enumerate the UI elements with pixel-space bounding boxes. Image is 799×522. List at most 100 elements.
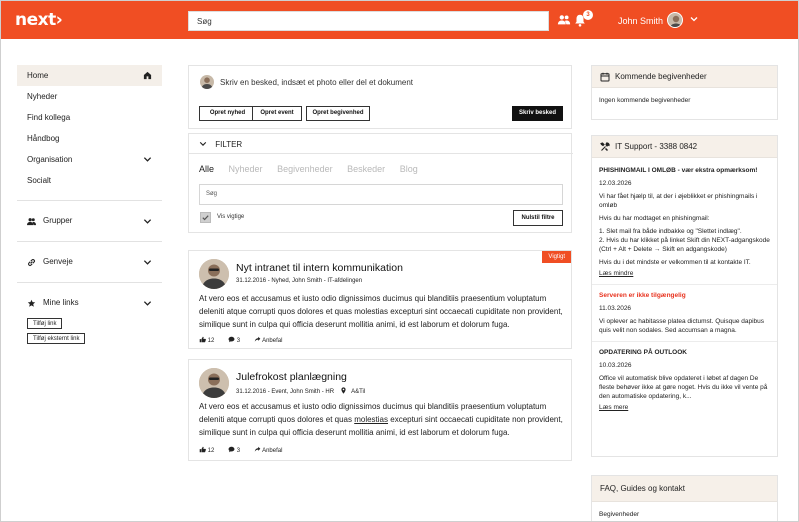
like-button[interactable]: 12 (199, 336, 220, 344)
avatar[interactable] (667, 12, 683, 28)
divider (17, 241, 162, 242)
post-title[interactable]: Julefrokost planlægning (236, 371, 347, 383)
notice-title[interactable]: PHISHINGMAIL I OMLØB - vær ekstra opmærk… (599, 166, 770, 175)
people-icon[interactable] (557, 13, 571, 27)
create-news-button[interactable]: Opret nyhed (199, 106, 256, 121)
share-button[interactable]: Anbefal (254, 336, 289, 344)
notice-title[interactable]: Serveren er ikke tilgængelig (599, 291, 770, 300)
sidebar-item-socialt[interactable]: Socialt (17, 170, 162, 191)
sidebar-item-home[interactable]: Home (17, 65, 162, 86)
logo[interactable]: next› (15, 10, 63, 30)
avatar (200, 75, 214, 89)
post-meta: 31.12.2016 - Nyhed, John Smith - IT-afde… (236, 278, 363, 284)
create-event-button[interactable]: Opret event (252, 106, 302, 121)
notice-date: 12.03.2026 (599, 180, 632, 187)
chevron-down-icon[interactable] (143, 258, 152, 267)
author-avatar (199, 259, 229, 289)
post-body-link[interactable]: molestias (354, 415, 388, 424)
thumbs-up-icon (199, 446, 206, 453)
top-bar: next› Søg 3 John Smith (1, 1, 798, 39)
share-label: Anbefal (262, 448, 283, 454)
important-label: Vis vigtige (217, 214, 245, 220)
filter-search-input[interactable]: Søg (199, 184, 563, 205)
it-support-header: IT Support - 3388 0842 (592, 136, 777, 158)
tab-blog[interactable]: Blog (400, 164, 418, 174)
divider (17, 282, 162, 283)
location-pin-icon (341, 387, 346, 394)
important-checkbox[interactable] (200, 212, 211, 223)
post-title[interactable]: Nyt intranet til intern kommunikation (236, 262, 403, 274)
faq-header: FAQ, Guides og kontakt (592, 476, 777, 502)
post-card: Vigtigt Nyt intranet til intern kommunik… (188, 250, 572, 349)
chevron-down-icon[interactable] (143, 155, 152, 164)
notice-text: Hvis du i det mindste er velkommen til a… (599, 259, 751, 266)
share-label: Anbefal (262, 338, 283, 344)
like-button[interactable]: 12 (199, 446, 220, 454)
sidebar-item-handbog[interactable]: Håndbog (17, 128, 162, 149)
user-name[interactable]: John Smith (618, 16, 663, 26)
sidebar-group-mine-links[interactable]: Mine links (17, 292, 162, 314)
sidebar-item-label: Find kollega (27, 113, 71, 122)
home-icon (143, 71, 152, 80)
sidebar-group-genveje[interactable]: Genveje (17, 251, 162, 273)
sidebar-item-label: Håndbog (27, 134, 60, 143)
read-less-link[interactable]: Læs mindre (599, 269, 770, 278)
write-message-button[interactable]: Skriv besked (512, 106, 563, 121)
post-card: Julefrokost planlægning 31.12.2016 - Eve… (188, 359, 572, 461)
tab-begivenheder[interactable]: Begivenheder (277, 164, 333, 174)
notice-text: Office vil automatisk blive opdateret i … (599, 375, 768, 400)
post-meta-text: 31.12.2016 - Event, John Smith - HR (236, 389, 335, 395)
notice-date: 10.03.2026 (599, 362, 632, 369)
sidebar-item-label: Socialt (27, 176, 52, 185)
author-avatar (199, 368, 229, 398)
post-actions: 12 3 Anbefal (199, 336, 294, 344)
chevron-down-icon[interactable] (143, 299, 152, 308)
sidebar-item-organisation[interactable]: Organisation (17, 149, 162, 170)
share-button[interactable]: Anbefal (254, 446, 289, 454)
read-more-link[interactable]: Læs mere (599, 403, 770, 412)
add-link-button[interactable]: Tilføj link (27, 318, 63, 329)
sidebar-group-grupper[interactable]: Grupper (17, 210, 162, 232)
composer-card: Skriv en besked, indsæt et photo eller d… (188, 65, 572, 129)
comment-count: 3 (236, 338, 241, 344)
composer-prompt[interactable]: Skriv en besked, indsæt et photo eller d… (220, 78, 413, 87)
reset-filters-button[interactable]: Nulstil filtre (513, 210, 563, 226)
comment-button[interactable]: 3 (228, 336, 246, 344)
faq-item[interactable]: Begivenheder (592, 502, 777, 521)
filter-toggle[interactable]: FILTER (199, 140, 242, 149)
app-window: next› Søg 3 John Smith Home Nyheder Find… (0, 0, 799, 522)
sidebar-item-nyheder[interactable]: Nyheder (17, 86, 162, 107)
like-count: 12 (207, 338, 215, 344)
tab-alle[interactable]: Alle (199, 164, 214, 174)
comment-button[interactable]: 3 (228, 446, 246, 454)
post-actions: 12 3 Anbefal (199, 446, 294, 454)
chevron-down-icon[interactable] (143, 217, 152, 226)
search-input[interactable]: Søg (188, 11, 549, 31)
like-count: 12 (207, 448, 215, 454)
sidebar-item-label: Organisation (27, 155, 73, 164)
create-occasion-button[interactable]: Opret begivenhed (306, 106, 370, 121)
post-location: A&Til (351, 389, 366, 395)
post-body: At vero eos et accusamus et iusto odio d… (199, 400, 563, 439)
faq-card: FAQ, Guides og kontakt Begivenheder (591, 475, 778, 521)
chevron-down-icon[interactable] (689, 14, 699, 24)
upcoming-events-empty: Ingen kommende begivenheder (599, 97, 691, 104)
filter-title: FILTER (215, 140, 243, 149)
upcoming-events-header: Kommende begivenheder (592, 66, 777, 88)
sidebar-item-find-kollega[interactable]: Find kollega (17, 107, 162, 128)
sidebar-item-label: Nyheder (27, 92, 58, 101)
filter-card: FILTER Alle Nyheder Begivenheder Beskede… (188, 133, 573, 233)
notice-title[interactable]: OPDATERING PÅ OUTLOOK (599, 348, 770, 357)
thumbs-up-icon (199, 336, 206, 343)
post-body: At vero eos et accusamus et iusto odio d… (199, 294, 563, 329)
it-support-body: PHISHINGMAIL I OMLØB - vær ekstra opmærk… (592, 158, 777, 420)
it-support-title: IT Support - 3388 0842 (615, 142, 698, 151)
sidebar-group-label: Mine links (43, 298, 79, 307)
tab-nyheder[interactable]: Nyheder (229, 164, 263, 174)
add-external-link-button[interactable]: Tilføj eksternt link (27, 333, 86, 344)
sidebar-group-label: Genveje (43, 257, 73, 266)
notice-date: 11.03.2026 (599, 305, 632, 312)
people-icon (27, 218, 36, 226)
tab-beskeder[interactable]: Beskeder (347, 164, 385, 174)
share-icon (254, 336, 261, 342)
